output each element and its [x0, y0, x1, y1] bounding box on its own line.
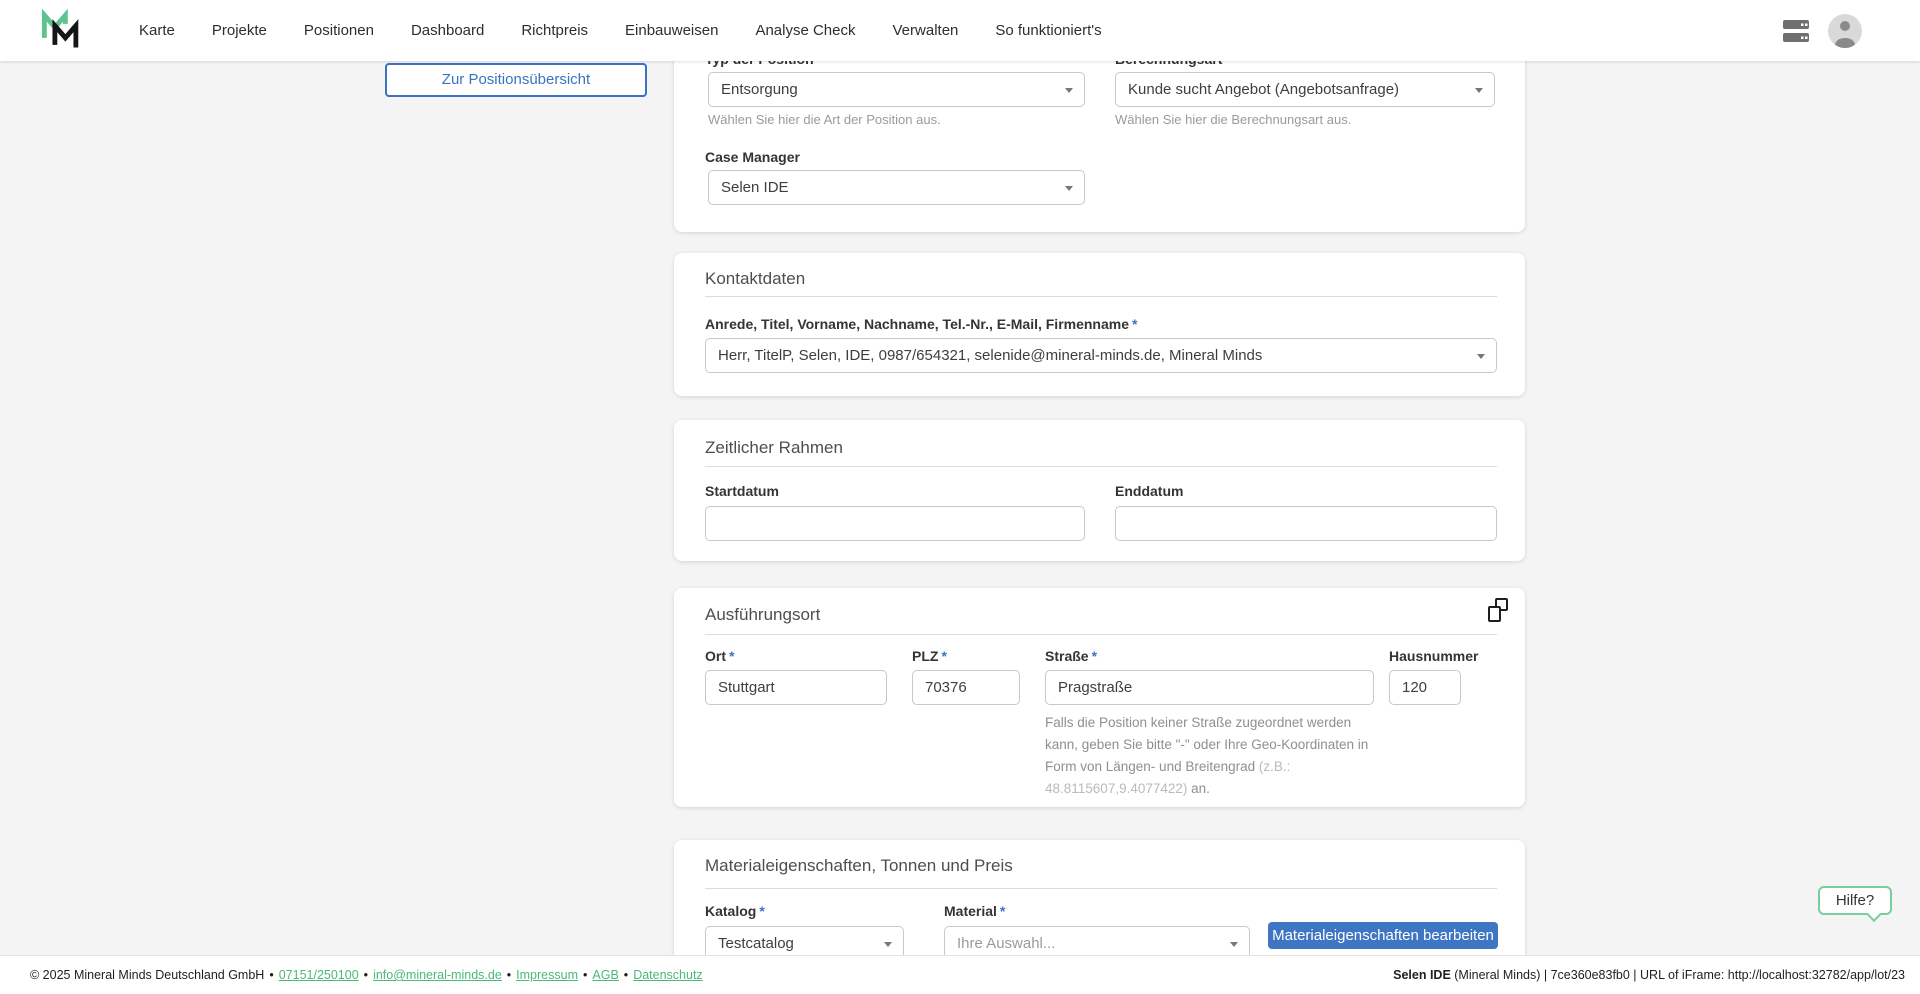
avatar-person-body — [1835, 38, 1855, 48]
user-avatar-button[interactable] — [1828, 14, 1862, 48]
catalog-value: Testcatalog — [718, 935, 794, 952]
card-location: Ausführungsort Ort* PLZ* Straße* Hausnum… — [674, 588, 1525, 807]
nav-item-so-funktionierts[interactable]: So funktioniert's — [995, 22, 1101, 39]
location-title: Ausführungsort — [705, 605, 820, 625]
enddate-input[interactable] — [1115, 506, 1497, 541]
footer-impressum-link[interactable]: Impressum — [516, 968, 578, 982]
nav-menu: Karte Projekte Positionen Dashboard Rich… — [139, 22, 1102, 39]
location-divider — [705, 634, 1497, 635]
position-type-helper: Wählen Sie hier die Art der Position aus… — [708, 112, 941, 127]
position-type-select[interactable]: Entsorgung — [708, 72, 1085, 107]
calculation-type-select[interactable]: Kunde sucht Angebot (Angebotsanfrage) — [1115, 72, 1495, 107]
nav-item-dashboard[interactable]: Dashboard — [411, 22, 484, 39]
contact-select[interactable]: Herr, TitelP, Selen, IDE, 0987/654321, s… — [705, 338, 1497, 373]
nav-item-richtpreis[interactable]: Richtpreis — [521, 22, 588, 39]
city-input[interactable] — [705, 670, 887, 705]
nav-right-icons — [1780, 0, 1862, 61]
card-timeframe: Zeitlicher Rahmen Startdatum Enddatum — [674, 420, 1525, 561]
timeframe-title: Zeitlicher Rahmen — [705, 438, 843, 458]
nav-item-analyse-check[interactable]: Analyse Check — [755, 22, 855, 39]
calculation-type-value: Kunde sucht Angebot (Angebotsanfrage) — [1128, 81, 1399, 98]
footer-agb-link[interactable]: AGB — [592, 968, 618, 982]
enddate-label: Enddatum — [1115, 483, 1183, 499]
startdate-label: Startdatum — [705, 483, 779, 499]
contact-divider — [705, 296, 1497, 297]
street-label: Straße* — [1045, 648, 1097, 664]
footer-copyright: © 2025 Mineral Minds Deutschland GmbH — [30, 968, 264, 982]
copy-location-icon[interactable] — [1486, 598, 1510, 622]
copy-icon-front — [1488, 606, 1501, 622]
footer-session-user: Selen IDE — [1393, 968, 1451, 982]
server-stack-icon[interactable] — [1780, 15, 1812, 47]
nav-item-verwalten[interactable]: Verwalten — [893, 22, 959, 39]
material-label: Material* — [944, 903, 1005, 919]
footer-phone-link[interactable]: 07151/250100 — [279, 968, 359, 982]
catalog-label: Katalog* — [705, 903, 765, 919]
top-nav: Karte Projekte Positionen Dashboard Rich… — [0, 0, 1920, 61]
help-button-label: Hilfe? — [1836, 892, 1874, 909]
avatar-person-icon — [1840, 21, 1850, 31]
case-manager-label: Case Manager — [705, 149, 800, 165]
nav-item-karte[interactable]: Karte — [139, 22, 175, 39]
housenumber-input[interactable] — [1389, 670, 1461, 705]
position-type-value: Entsorgung — [721, 81, 798, 98]
footer-session-info: Selen IDE (Mineral Minds) | 7ce360e83fb0… — [1393, 968, 1905, 982]
footer-separator: • — [507, 968, 511, 982]
contact-title: Kontaktdaten — [705, 269, 805, 289]
zip-label: PLZ* — [912, 648, 947, 664]
contact-label: Anrede, Titel, Vorname, Nachname, Tel.-N… — [705, 316, 1137, 332]
page-root: Typ der Position* Berechnungsart* Entsor… — [0, 0, 1920, 994]
case-manager-select[interactable]: Selen IDE — [708, 170, 1085, 205]
street-input[interactable] — [1045, 670, 1374, 705]
footer-left: © 2025 Mineral Minds Deutschland GmbH • … — [30, 968, 703, 982]
material-divider — [705, 888, 1497, 889]
help-button[interactable]: Hilfe? — [1818, 886, 1892, 915]
footer-separator: • — [624, 968, 628, 982]
footer-separator: • — [269, 968, 273, 982]
street-helper-text: Falls die Position keiner Straße zugeord… — [1045, 712, 1381, 800]
footer-session-detail: (Mineral Minds) | 7ce360e83fb0 | URL of … — [1451, 968, 1905, 982]
zip-input[interactable] — [912, 670, 1020, 705]
mineral-minds-logo-icon[interactable] — [38, 9, 84, 51]
calculation-type-helper: Wählen Sie hier die Berechnungsart aus. — [1115, 112, 1351, 127]
material-placeholder: Ihre Auswahl... — [957, 935, 1055, 952]
material-title: Materialeigenschaften, Tonnen und Preis — [705, 856, 1013, 876]
startdate-input[interactable] — [705, 506, 1085, 541]
case-manager-value: Selen IDE — [721, 179, 789, 196]
card-contact: Kontaktdaten Anrede, Titel, Vorname, Nac… — [674, 253, 1525, 396]
footer-separator: • — [364, 968, 368, 982]
nav-item-positionen[interactable]: Positionen — [304, 22, 374, 39]
back-to-positions-button[interactable]: Zur Positionsübersicht — [385, 63, 647, 97]
housenumber-label: Hausnummer — [1389, 648, 1478, 664]
help-bubble-tail — [1867, 908, 1881, 922]
footer-bar: © 2025 Mineral Minds Deutschland GmbH • … — [0, 955, 1920, 994]
footer-separator: • — [583, 968, 587, 982]
edit-material-properties-button[interactable]: Materialeigenschaften bearbeiten — [1268, 922, 1498, 949]
nav-item-einbauweisen[interactable]: Einbauweisen — [625, 22, 718, 39]
contact-value: Herr, TitelP, Selen, IDE, 0987/654321, s… — [718, 347, 1262, 364]
footer-datenschutz-link[interactable]: Datenschutz — [633, 968, 702, 982]
nav-item-projekte[interactable]: Projekte — [212, 22, 267, 39]
city-label: Ort* — [705, 648, 734, 664]
timeframe-divider — [705, 466, 1497, 467]
footer-email-link[interactable]: info@mineral-minds.de — [373, 968, 502, 982]
